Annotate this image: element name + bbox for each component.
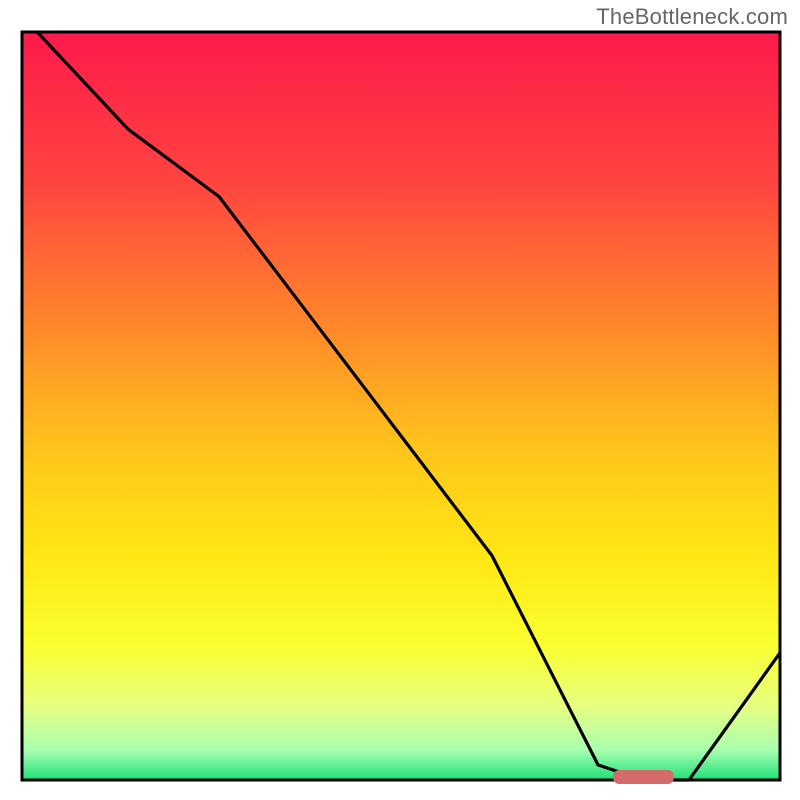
- watermark-label: TheBottleneck.com: [596, 4, 788, 30]
- optimum-marker: [613, 770, 674, 784]
- chart-container: TheBottleneck.com: [0, 0, 800, 800]
- bottleneck-curve-chart: [0, 0, 800, 800]
- plot-background: [22, 32, 780, 780]
